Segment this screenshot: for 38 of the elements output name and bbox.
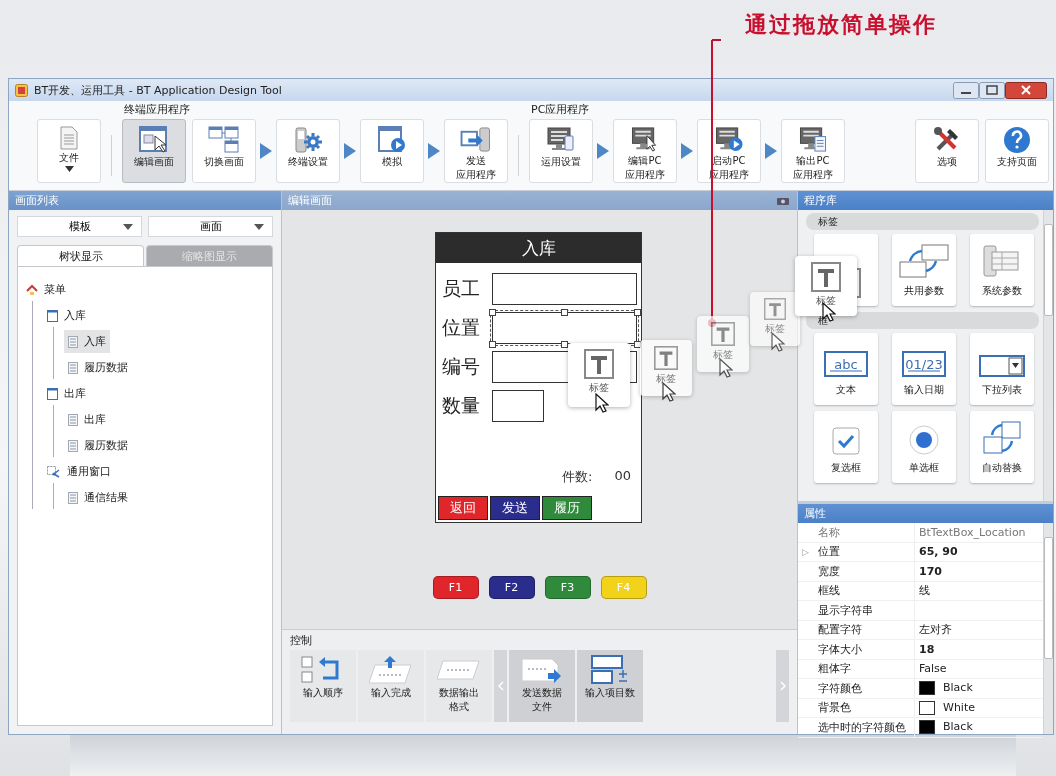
property-name: 字体大小 — [814, 639, 915, 659]
screen-title: 入库 — [436, 233, 641, 263]
property-name: 字符颜色 — [814, 678, 915, 698]
property-name: 显示字符串 — [814, 600, 915, 620]
property-name: 配置字符 — [814, 620, 915, 640]
icon-text: 01/23 — [905, 356, 943, 372]
group-label: PC应用程序 — [530, 102, 591, 118]
property-name: 宽度 — [814, 561, 915, 581]
section-label: 控制 — [290, 633, 313, 649]
property-name: 位置 — [814, 542, 915, 562]
item-label: 标签 — [589, 381, 609, 395]
count-label: 件数: — [562, 468, 593, 486]
item-label: 标签 — [816, 294, 836, 308]
callout-text: 通过拖放简单操作 — [745, 11, 938, 39]
item-label: 标签 — [656, 372, 676, 386]
section-header: 框 — [806, 312, 1039, 329]
field-label: 员工 — [442, 276, 481, 301]
panel-header: 画面列表 — [9, 191, 281, 210]
field-label: 编号 — [442, 354, 481, 379]
property-name: 名称 — [814, 523, 915, 542]
window-title: BT开发、运用工具 - BT Application Design Tool — [34, 82, 283, 98]
icon-text: abc — [834, 356, 858, 372]
panel-header: 编辑画面 — [288, 193, 332, 209]
panel-header: 程序库 — [798, 191, 1053, 210]
group-label: 终端应用程序 — [123, 102, 191, 118]
property-name: 背景色 — [814, 698, 915, 718]
property-value: Black — [943, 681, 973, 695]
count-value: 00 — [614, 468, 631, 485]
property-value: Black — [943, 720, 973, 734]
item-label: 标签 — [713, 348, 733, 362]
property-value: White — [943, 700, 975, 714]
field-label: 数量 — [442, 393, 481, 418]
section-header: 标签 — [806, 213, 1039, 230]
panel-header: 属性 — [798, 504, 1053, 523]
property-name: 粗体字 — [814, 659, 915, 679]
field-label: 位置 — [442, 315, 481, 340]
item-label: 标签 — [765, 322, 785, 336]
property-name: 框线 — [814, 581, 915, 601]
